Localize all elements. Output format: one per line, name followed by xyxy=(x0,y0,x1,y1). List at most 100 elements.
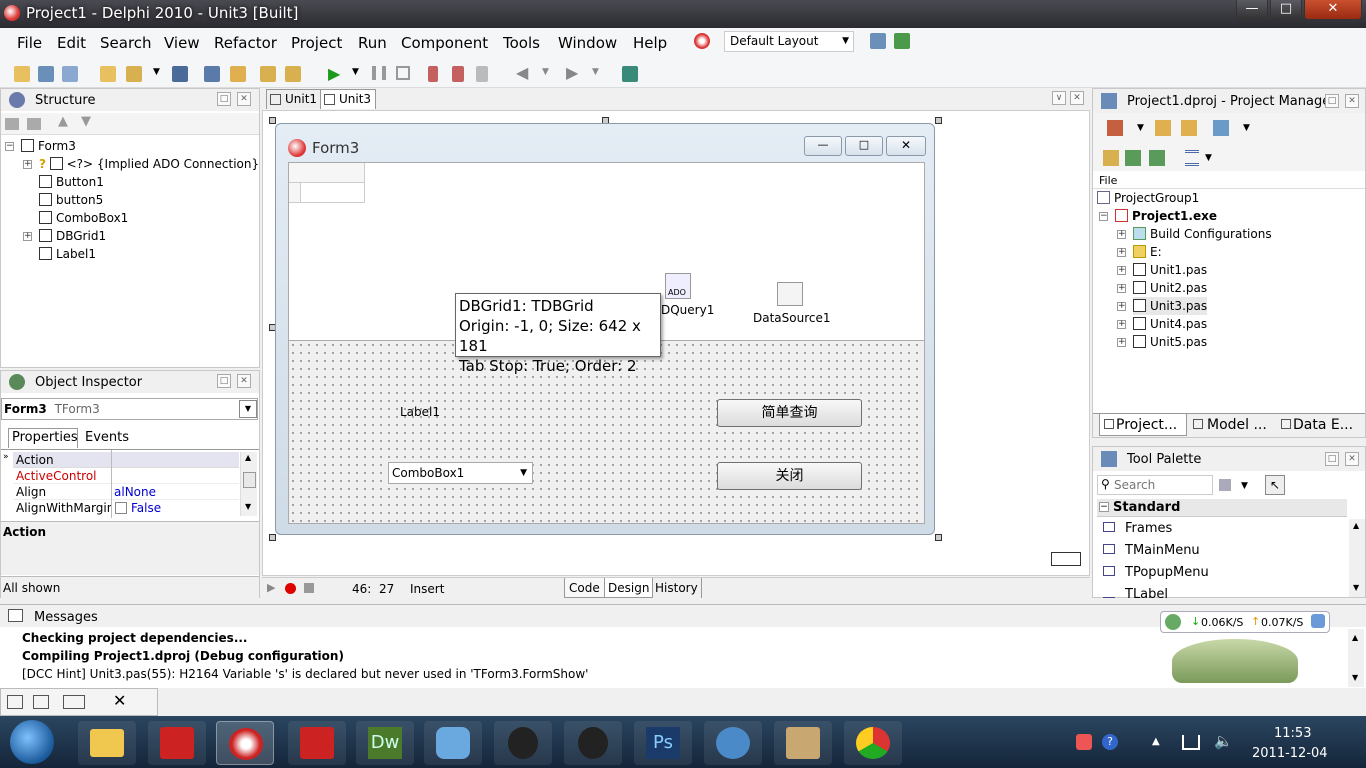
new-items-icon[interactable] xyxy=(38,66,54,82)
chrome-taskbar-icon[interactable] xyxy=(844,721,902,765)
start-button[interactable] xyxy=(10,720,54,764)
scroll-up-icon[interactable]: ▲ xyxy=(1352,633,1358,642)
step-over-icon[interactable] xyxy=(452,66,464,82)
datasource-component[interactable] xyxy=(777,282,803,306)
expand-icon[interactable]: + xyxy=(1117,302,1126,311)
close-button[interactable]: ✕ xyxy=(1304,0,1362,20)
forward-icon[interactable]: ▶ xyxy=(566,63,578,82)
palette-item[interactable]: TMainMenu xyxy=(1103,543,1200,561)
tree-item[interactable]: Unit4.pas xyxy=(1133,315,1207,333)
run-to-return-icon[interactable] xyxy=(476,66,488,82)
property-row[interactable]: AlignWithMargins False xyxy=(13,500,239,516)
palette-category[interactable]: − Standard xyxy=(1097,499,1347,517)
chevron-down-icon[interactable]: ▼ xyxy=(1137,123,1144,133)
help-book-icon[interactable] xyxy=(622,66,638,82)
checkbox[interactable] xyxy=(115,502,127,514)
sync-icon[interactable] xyxy=(1103,150,1119,166)
messenger-taskbar-icon[interactable] xyxy=(424,721,482,765)
view-icon[interactable] xyxy=(1213,120,1229,136)
qq-taskbar-icon-1[interactable] xyxy=(494,721,552,765)
collapse-icon[interactable]: − xyxy=(1099,212,1108,221)
expand-icon[interactable]: + xyxy=(23,160,32,169)
filter-icon[interactable] xyxy=(1219,479,1231,491)
close-icon[interactable]: ✕ xyxy=(1345,452,1359,466)
open-file-icon[interactable] xyxy=(230,66,246,82)
menu-edit[interactable]: Edit xyxy=(57,34,86,52)
set-debug-desktop-icon[interactable] xyxy=(894,33,910,49)
restore-icon[interactable] xyxy=(33,695,49,709)
close-icon[interactable]: ✕ xyxy=(1070,91,1084,105)
message-line[interactable]: Compiling Project1.dproj (Debug configur… xyxy=(22,649,344,663)
qq-taskbar-icon-2[interactable] xyxy=(564,721,622,765)
expand-icon[interactable]: + xyxy=(1117,320,1126,329)
close-icon[interactable]: ✕ xyxy=(237,374,251,388)
clock-time[interactable]: 11:53 xyxy=(1274,726,1311,741)
open-project-icon[interactable] xyxy=(126,66,142,82)
minimized-window[interactable]: ✕ xyxy=(0,688,158,716)
run-icon[interactable]: ▶ xyxy=(328,64,340,83)
tree-item[interactable]: Project1.exe xyxy=(1115,207,1217,225)
trace-into-icon[interactable] xyxy=(428,66,438,82)
expand-icon[interactable]: + xyxy=(1117,284,1126,293)
message-line[interactable]: [DCC Hint] Unit3.pas(55): H2164 Variable… xyxy=(22,667,588,681)
menu-search[interactable]: Search xyxy=(100,34,152,52)
pin-icon[interactable]: □ xyxy=(1325,452,1339,466)
tab-model[interactable]: Model ... xyxy=(1189,416,1267,436)
message-line[interactable]: Checking project dependencies... xyxy=(22,631,248,645)
property-row[interactable]: Align alNone xyxy=(13,484,239,500)
save-all-icon[interactable] xyxy=(204,66,220,82)
palette-search[interactable]: ⚲ xyxy=(1097,475,1213,495)
search-input[interactable] xyxy=(1114,477,1210,493)
form-preview-icon[interactable] xyxy=(1051,552,1081,566)
menu-run[interactable]: Run xyxy=(358,34,387,52)
scroll-down-icon[interactable]: ▼ xyxy=(1352,673,1358,682)
pin-icon[interactable]: □ xyxy=(217,92,231,106)
tab-code[interactable]: Code xyxy=(564,578,605,598)
add-file-icon[interactable] xyxy=(260,66,276,82)
layout-select[interactable]: Default Layout ▼ xyxy=(724,31,854,52)
chevron-down-icon[interactable]: ▼ xyxy=(1205,153,1212,163)
new-form-icon[interactable] xyxy=(62,66,78,82)
palette-item[interactable]: TPopupMenu xyxy=(1103,565,1209,583)
tree-item[interactable]: E: xyxy=(1133,243,1162,261)
network-tray-icon[interactable] xyxy=(1182,735,1200,750)
scroll-thumb[interactable] xyxy=(243,472,256,488)
menu-tools[interactable]: Tools xyxy=(503,34,540,52)
tree-item[interactable]: Unit2.pas xyxy=(1133,279,1207,297)
new-icon[interactable] xyxy=(14,66,30,82)
chevron-down-icon[interactable]: ▼ xyxy=(1243,123,1250,133)
scroll-up-icon[interactable]: ▲ xyxy=(245,453,251,462)
expand-all-icon[interactable] xyxy=(1125,150,1141,166)
save-desktop-icon[interactable] xyxy=(870,33,886,49)
chevron-down-icon[interactable]: ▼ xyxy=(1241,481,1248,491)
media-taskbar-icon[interactable] xyxy=(704,721,762,765)
menu-component[interactable]: Component xyxy=(401,34,488,52)
pin-icon[interactable]: □ xyxy=(1325,94,1339,108)
network-app-taskbar-icon[interactable] xyxy=(774,721,832,765)
stop-icon[interactable] xyxy=(396,66,410,80)
close-icon[interactable]: ✕ xyxy=(237,92,251,106)
ime-icon[interactable] xyxy=(1076,734,1092,750)
expand-icon[interactable]: + xyxy=(23,232,32,241)
menu-help[interactable]: Help xyxy=(633,34,667,52)
close-icon[interactable]: ✕ xyxy=(1345,94,1359,108)
minimize-button[interactable]: — xyxy=(1236,0,1268,20)
tab-design[interactable]: Design xyxy=(604,578,654,598)
palette-scrollbar[interactable]: ▲ ▼ xyxy=(1349,519,1365,597)
chevron-down-icon[interactable]: ▼ xyxy=(153,67,160,77)
back-icon[interactable]: ◀ xyxy=(516,63,528,82)
folder-icon[interactable] xyxy=(5,118,19,130)
pause-icon[interactable] xyxy=(372,66,386,80)
tab-unit1[interactable]: Unit1 xyxy=(266,89,323,109)
tree-item[interactable]: Button1 xyxy=(39,173,104,191)
collapse-all-icon[interactable] xyxy=(1149,150,1165,166)
query-button[interactable]: 简单查询 xyxy=(717,399,862,427)
maximize-button[interactable]: □ xyxy=(1270,0,1302,20)
form-close-button[interactable]: ✕ xyxy=(886,136,926,156)
tree-item[interactable]: ? <?> {Implied ADO Connection} xyxy=(39,155,259,173)
photoshop-taskbar-icon[interactable]: Ps xyxy=(634,721,692,765)
tree-item[interactable]: Unit3.pas xyxy=(1133,297,1208,315)
tree-item[interactable]: DBGrid1 xyxy=(39,227,106,245)
selection-handle[interactable] xyxy=(935,534,942,541)
menu-refactor[interactable]: Refactor xyxy=(214,34,277,52)
